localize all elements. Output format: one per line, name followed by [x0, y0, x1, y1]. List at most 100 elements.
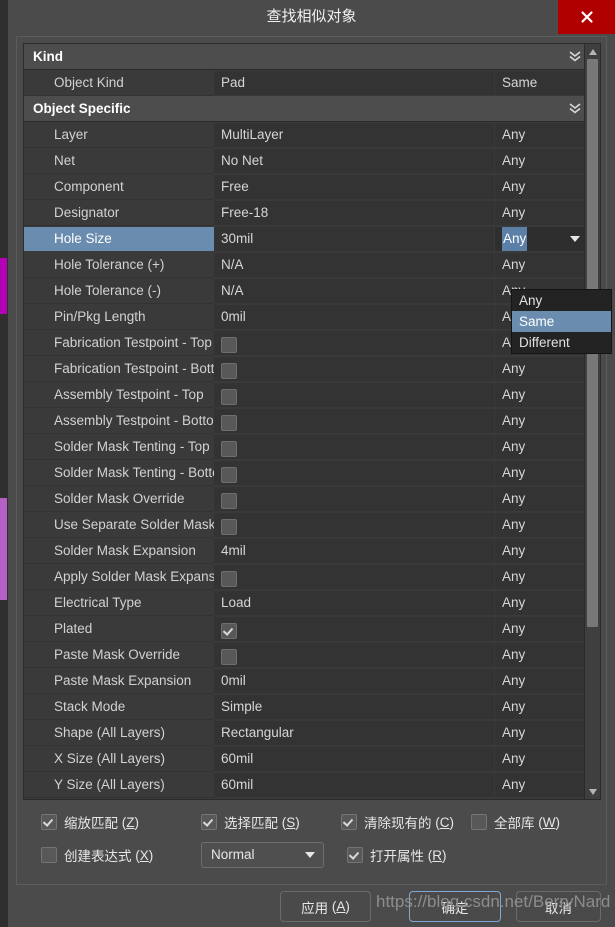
grid-row-name[interactable]: Fabrication Testpoint - Top [24, 330, 214, 356]
grid-row-name[interactable]: Paste Mask Override [24, 642, 214, 668]
grid-value-checkbox[interactable] [221, 519, 237, 536]
grid-row-name[interactable]: Object Kind [24, 70, 214, 96]
grid-row-value[interactable]: No Net [214, 149, 494, 173]
grid-row[interactable]: Hole Size 30mil Any [24, 226, 586, 252]
grid-row-value[interactable]: Rectangular [214, 721, 494, 745]
grid-row-match-mode[interactable]: Any [495, 591, 585, 615]
grid-value-checkbox[interactable] [221, 467, 237, 484]
grid-row-value[interactable]: Free [214, 175, 494, 199]
grid-row-name[interactable]: Pin/Pkg Length [24, 304, 214, 330]
grid-row-name[interactable]: Hole Tolerance (-) [24, 278, 214, 304]
grid-row[interactable]: Object Kind Pad Same [24, 70, 586, 96]
apply-button[interactable]: 应用 (A) [280, 891, 371, 922]
grid-row-match-mode[interactable]: Any [495, 383, 585, 407]
grid-row[interactable]: Hole Tolerance (+) N/A Any [24, 252, 586, 278]
chevron-double-down-icon[interactable] [564, 44, 586, 69]
grid-row-name[interactable]: Assembly Testpoint - Bottom [24, 408, 214, 434]
grid-row-name[interactable]: Plated [24, 616, 214, 642]
grid-value-checkbox[interactable] [221, 623, 237, 640]
grid-row[interactable]: Fabrication Testpoint - TopAny [24, 330, 586, 356]
mode-combobox[interactable]: Normal [201, 842, 324, 868]
grid-row-name[interactable]: Solder Mask Tenting - Bottom [24, 460, 214, 486]
grid-row-name[interactable]: Use Separate Solder Mask [24, 512, 214, 538]
grid-row-value[interactable]: Free-18 [214, 201, 494, 225]
grid-row[interactable]: Solder Mask Tenting - Bottom Any [24, 460, 586, 486]
grid-row[interactable]: Assembly Testpoint - Bottom Any [24, 408, 586, 434]
grid-row-name[interactable]: Paste Mask Expansion [24, 668, 214, 694]
zoom-match-checkbox[interactable]: 缩放匹配 (Z) [41, 812, 139, 832]
grid-row-match-mode[interactable]: Any [495, 721, 585, 745]
grid-row-value[interactable]: 4mil [214, 539, 494, 563]
grid-row-value[interactable]: 60mil [214, 747, 494, 771]
grid-row-value[interactable]: N/A [214, 279, 494, 303]
grid-row-match-mode[interactable]: Any [495, 487, 585, 511]
grid-row-value[interactable]: MultiLayer [214, 123, 494, 147]
grid-row-match-mode[interactable]: Any [495, 227, 585, 251]
grid-value-checkbox[interactable] [221, 389, 237, 406]
grid-value-checkbox[interactable] [221, 649, 237, 666]
grid-row-value[interactable]: 0mil [214, 305, 494, 329]
select-match-checkbox[interactable]: 选择匹配 (S) [201, 812, 300, 832]
grid-value-checkbox[interactable] [221, 571, 237, 588]
grid-vertical-scrollbar[interactable] [584, 44, 600, 799]
grid-row-name[interactable]: Solder Mask Tenting - Top [24, 434, 214, 460]
grid-value-checkbox[interactable] [221, 441, 237, 458]
grid-row-match-mode[interactable]: Any [495, 513, 585, 537]
grid-row[interactable]: Paste Mask Override Any [24, 642, 586, 668]
grid-row-name[interactable]: X Size (All Layers) [24, 746, 214, 772]
scroll-down-button[interactable] [585, 784, 600, 799]
grid-row-match-mode[interactable]: Same [495, 71, 585, 95]
grid-row-value[interactable]: 30mil [214, 227, 494, 251]
grid-row-name[interactable]: Y Size (All Layers) [24, 772, 214, 798]
grid-row[interactable]: Use Separate Solder Mask Any [24, 512, 586, 538]
grid-row-match-mode[interactable]: Any [495, 175, 585, 199]
create-expression-checkbox[interactable]: 创建表达式 (X) [41, 845, 153, 865]
grid-row-name[interactable]: Hole Size [24, 227, 214, 251]
grid-row[interactable]: Solder Mask Tenting - Top Any [24, 434, 586, 460]
grid-row-value[interactable] [214, 565, 494, 589]
grid-row-match-mode[interactable]: Any [495, 435, 585, 459]
grid-row[interactable]: X Size (All Layers) 60mil Any [24, 746, 586, 772]
cancel-button[interactable]: 取消 [516, 891, 601, 922]
grid-group-header[interactable]: Object Specific [24, 96, 586, 122]
grid-row-value[interactable] [214, 643, 494, 667]
grid-row[interactable]: Paste Mask Expansion 0mil Any [24, 668, 586, 694]
grid-row-value[interactable] [214, 331, 494, 355]
grid-row[interactable]: Assembly Testpoint - Top Any [24, 382, 586, 408]
grid-row[interactable]: Fabrication Testpoint - Bottom Any [24, 356, 586, 382]
grid-row[interactable]: Stack Mode Simple Any [24, 694, 586, 720]
grid-row-name[interactable]: Designator [24, 200, 214, 226]
chevron-double-down-icon[interactable] [564, 96, 586, 121]
grid-row[interactable]: Component Free Any [24, 174, 586, 200]
grid-row-match-mode[interactable]: Any [495, 149, 585, 173]
grid-row-value[interactable]: Load [214, 591, 494, 615]
grid-row-match-mode[interactable]: Any [495, 409, 585, 433]
grid-row-match-mode[interactable]: Any [495, 461, 585, 485]
grid-row-match-mode[interactable]: Any [495, 643, 585, 667]
grid-row[interactable]: Shape (All Layers) Rectangular Any [24, 720, 586, 746]
grid-row-name[interactable]: Electrical Type [24, 590, 214, 616]
grid-row-name[interactable]: Apply Solder Mask Expansion [24, 564, 214, 590]
grid-row-match-mode[interactable]: Any [495, 201, 585, 225]
caret-down-icon[interactable] [570, 227, 580, 251]
all-library-checkbox[interactable]: 全部库 (W) [471, 812, 560, 832]
grid-row-name[interactable]: Stack Mode [24, 694, 214, 720]
dropdown-option[interactable]: Any [512, 290, 611, 311]
grid-row-match-mode[interactable]: Any [495, 565, 585, 589]
match-mode-dropdown-list[interactable]: Any Same Different [511, 289, 612, 354]
grid-row-name[interactable]: Fabrication Testpoint - Bottom [24, 356, 214, 382]
grid-row-value[interactable] [214, 513, 494, 537]
grid-group-header[interactable]: Kind [24, 44, 586, 70]
grid-row-value[interactable] [214, 383, 494, 407]
grid-row-value[interactable] [214, 409, 494, 433]
grid-row-value[interactable]: Pad [214, 71, 494, 95]
grid-row-name[interactable]: Shape (All Layers) [24, 720, 214, 746]
grid-row-value[interactable]: Simple [214, 695, 494, 719]
grid-row-name[interactable]: Component [24, 174, 214, 200]
open-properties-checkbox[interactable]: 打开属性 (R) [347, 845, 447, 865]
grid-row-name[interactable]: Assembly Testpoint - Top [24, 382, 214, 408]
property-grid[interactable]: Kind Object Kind Pad Same Object Specific Lay… [23, 43, 601, 800]
grid-row-value[interactable]: 60mil [214, 773, 494, 797]
ok-button[interactable]: 确定 [409, 891, 501, 922]
grid-row-value[interactable] [214, 487, 494, 511]
